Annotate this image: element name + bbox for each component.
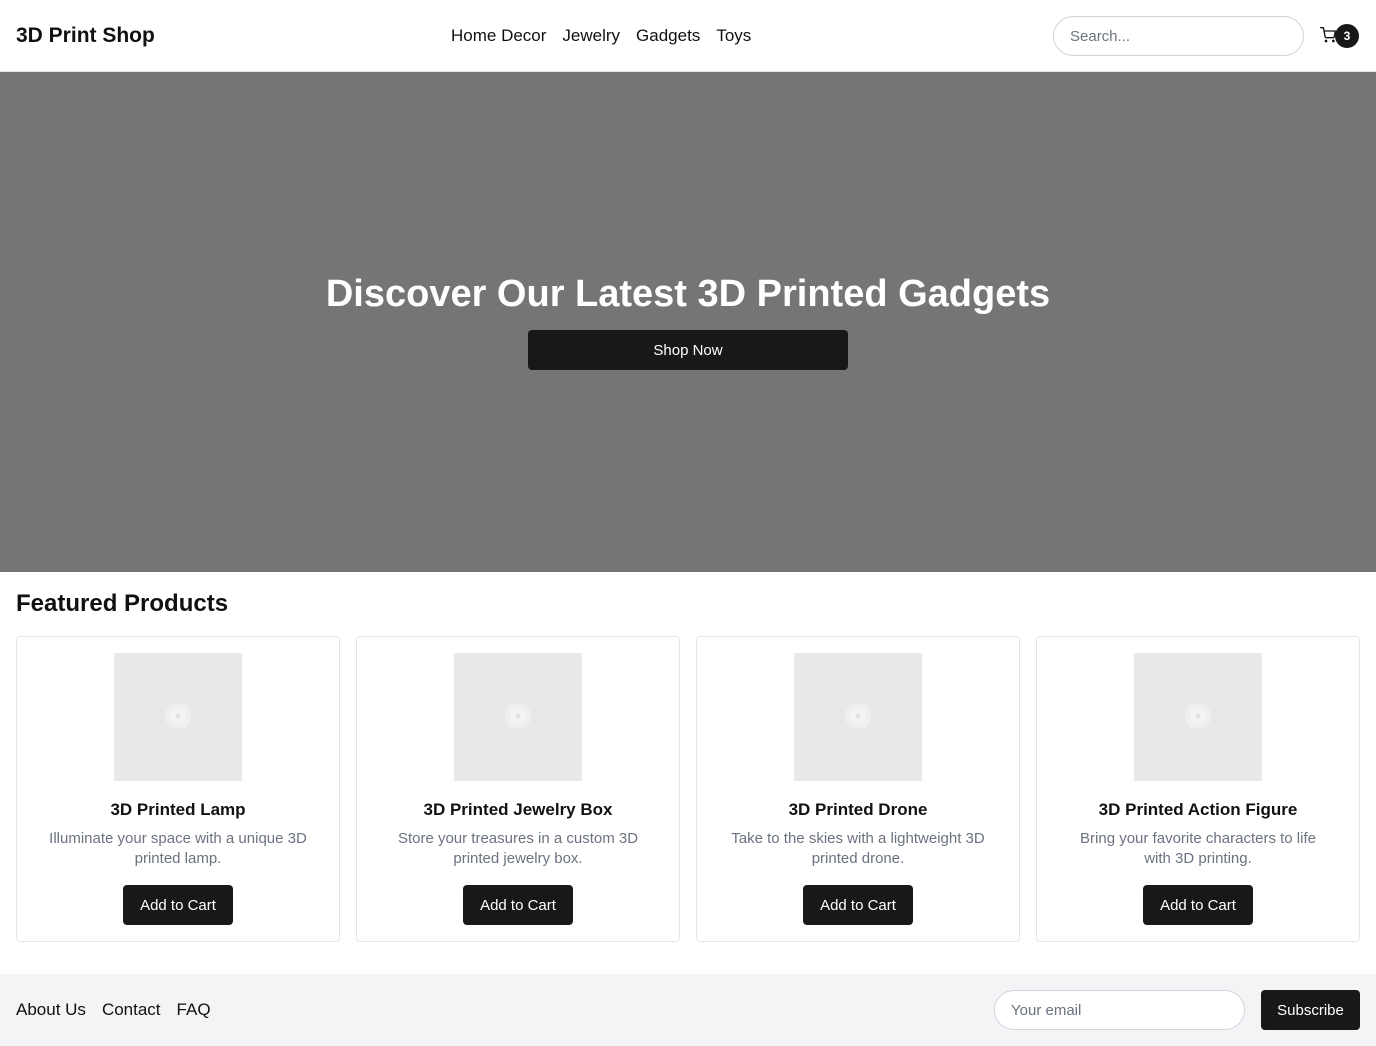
- image-placeholder-icon: [1185, 703, 1211, 729]
- product-card: 3D Printed Lamp Illuminate your space wi…: [16, 636, 340, 942]
- product-card: 3D Printed Drone Take to the skies with …: [696, 636, 1020, 942]
- footer-link-contact[interactable]: Contact: [102, 998, 161, 1022]
- product-image[interactable]: [454, 653, 582, 781]
- search-input[interactable]: [1053, 16, 1304, 56]
- image-placeholder-icon: [505, 703, 531, 729]
- product-name: 3D Printed Drone: [788, 800, 928, 819]
- nav-link-toys[interactable]: Toys: [716, 24, 751, 48]
- add-to-cart-button[interactable]: Add to Cart: [463, 885, 573, 925]
- hero-title: Discover Our Latest 3D Printed Gadgets: [325, 273, 1051, 315]
- product-image[interactable]: [1134, 653, 1262, 781]
- cart-count-badge: 3: [1335, 24, 1359, 48]
- site-logo[interactable]: 3D Print Shop: [16, 22, 155, 50]
- subscribe-button[interactable]: Subscribe: [1261, 990, 1360, 1030]
- nav-link-home-decor[interactable]: Home Decor: [451, 24, 546, 48]
- site-footer: About Us Contact FAQ Subscribe: [0, 974, 1376, 1046]
- product-image[interactable]: [794, 653, 922, 781]
- email-field[interactable]: [994, 990, 1245, 1030]
- product-name: 3D Printed Lamp: [110, 800, 246, 819]
- footer-link-about-us[interactable]: About Us: [16, 998, 86, 1022]
- product-name: 3D Printed Jewelry Box: [423, 800, 613, 819]
- add-to-cart-button[interactable]: Add to Cart: [123, 885, 233, 925]
- hero-banner: Discover Our Latest 3D Printed Gadgets S…: [0, 72, 1376, 572]
- product-name: 3D Printed Action Figure: [1098, 800, 1298, 819]
- site-header: 3D Print Shop Home Decor Jewelry Gadgets…: [0, 0, 1376, 72]
- image-placeholder-icon: [845, 703, 871, 729]
- cart-button[interactable]: 3: [1320, 24, 1360, 48]
- product-description: Take to the skies with a lightweight 3D …: [731, 830, 985, 867]
- footer-link-faq[interactable]: FAQ: [177, 998, 211, 1022]
- nav-link-jewelry[interactable]: Jewelry: [562, 24, 620, 48]
- product-grid: 3D Printed Lamp Illuminate your space wi…: [16, 636, 1360, 942]
- main-nav: Home Decor Jewelry Gadgets Toys: [451, 24, 751, 48]
- shop-now-button[interactable]: Shop Now: [528, 330, 848, 370]
- nav-link-gadgets[interactable]: Gadgets: [636, 24, 700, 48]
- add-to-cart-button[interactable]: Add to Cart: [1143, 885, 1253, 925]
- product-description: Illuminate your space with a unique 3D p…: [49, 830, 307, 867]
- shopping-cart-icon: [1320, 27, 1336, 43]
- product-image[interactable]: [114, 653, 242, 781]
- product-card: 3D Printed Jewelry Box Store your treasu…: [356, 636, 680, 942]
- featured-products-title: Featured Products: [16, 590, 229, 617]
- footer-nav: About Us Contact FAQ: [16, 998, 211, 1022]
- product-description: Bring your favorite characters to life w…: [1080, 830, 1316, 867]
- add-to-cart-button[interactable]: Add to Cart: [803, 885, 913, 925]
- product-card: 3D Printed Action Figure Bring your favo…: [1036, 636, 1360, 942]
- image-placeholder-icon: [165, 703, 191, 729]
- product-description: Store your treasures in a custom 3D prin…: [397, 830, 639, 867]
